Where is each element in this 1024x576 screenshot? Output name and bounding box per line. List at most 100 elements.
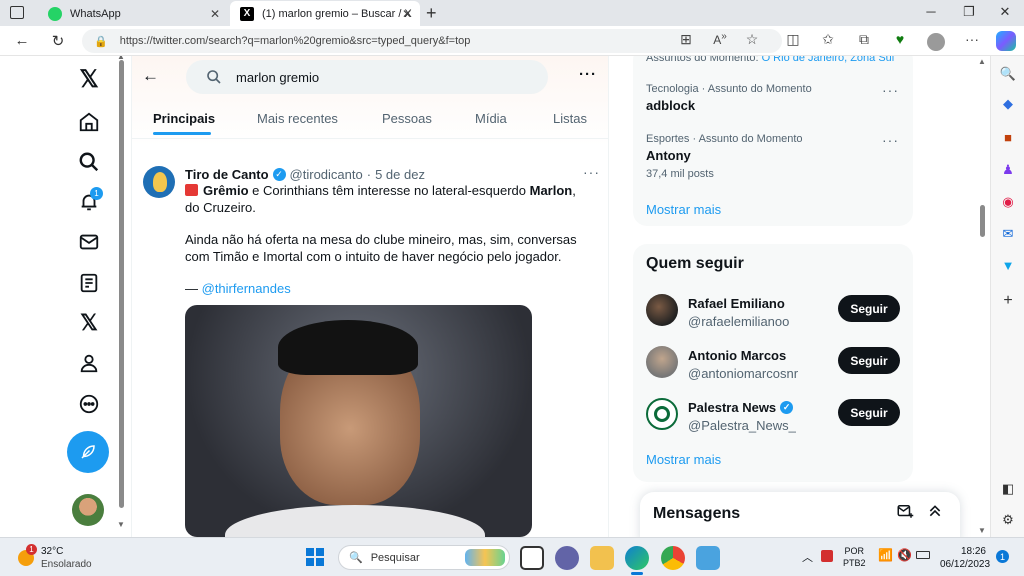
close-tab-icon[interactable]: ✕: [402, 7, 412, 21]
search-icon[interactable]: 🔍: [999, 66, 1017, 84]
page-scrollbar-track[interactable]: [978, 56, 988, 537]
sidebar-settings-icon[interactable]: ⚙: [999, 512, 1017, 530]
tab-listas[interactable]: Listas: [553, 111, 587, 126]
notifications-icon[interactable]: 1: [74, 187, 104, 217]
follow-show-more-link[interactable]: Mostrar mais: [646, 452, 721, 467]
home-icon[interactable]: [74, 107, 104, 137]
follow-suggestion[interactable]: Antonio Marcos @antoniomarcosnr Seguir: [633, 344, 913, 396]
battery-icon[interactable]: [916, 551, 930, 559]
file-explorer-icon[interactable]: [590, 546, 614, 570]
tweet-text: Grêmio e Corinthians têm interesse no la…: [185, 183, 590, 298]
follow-button[interactable]: Seguir: [838, 295, 900, 322]
more-circle-icon[interactable]: [74, 389, 104, 419]
close-window-icon[interactable]: ✕: [992, 4, 1018, 20]
profile-avatar[interactable]: [927, 33, 945, 51]
tweet-handle[interactable]: @tirodicanto: [290, 167, 363, 182]
page-scroll-down-icon[interactable]: ▼: [978, 526, 986, 535]
search-more-options-icon[interactable]: ···: [579, 66, 597, 83]
volume-muted-icon[interactable]: 🔇: [897, 548, 912, 562]
restore-icon[interactable]: ❐: [956, 4, 982, 20]
microsoft365-icon[interactable]: ◉: [999, 194, 1017, 212]
trend-partial: Assuntos do Momento: O Rio de Janeiro, Z…: [646, 56, 894, 64]
notepad-icon[interactable]: [696, 546, 720, 570]
trends-show-more-link[interactable]: Mostrar mais: [646, 202, 721, 217]
back-arrow-icon[interactable]: ←: [142, 66, 159, 86]
tools-icon[interactable]: ■: [999, 130, 1017, 148]
lists-icon[interactable]: [74, 268, 104, 298]
show-hidden-icons[interactable]: ︿: [802, 549, 813, 565]
hide-sidebar-icon[interactable]: ◧: [999, 481, 1017, 499]
premium-x-icon[interactable]: 𝕏: [74, 308, 104, 338]
tab-principais[interactable]: Principais: [153, 111, 215, 126]
trend-more-icon[interactable]: ···: [882, 132, 899, 148]
scroll-up-arrow-icon[interactable]: ▲: [117, 56, 125, 61]
language-indicator[interactable]: POR PTB2: [843, 545, 866, 569]
clock[interactable]: 18:26 06/12/2023: [940, 545, 990, 571]
account-avatar[interactable]: [72, 494, 104, 526]
tweet-date[interactable]: 5 de dez: [375, 167, 425, 182]
tweet-photo[interactable]: [185, 305, 532, 537]
split-screen-icon[interactable]: ◫: [783, 31, 803, 48]
tab-whatsapp[interactable]: WhatsApp ✕: [38, 1, 228, 26]
search-box[interactable]: marlon gremio: [186, 60, 548, 94]
copilot-icon[interactable]: [996, 31, 1016, 51]
weather-widget[interactable]: 1 32°C Ensolarado: [14, 544, 114, 572]
more-options-icon[interactable]: ···: [962, 31, 982, 47]
scroll-down-arrow-icon[interactable]: ▼: [117, 520, 125, 529]
back-icon[interactable]: ←: [12, 32, 32, 49]
trend-item[interactable]: Tecnologia · Assunto do Momento adblock: [646, 83, 896, 113]
tab-midia[interactable]: Mídia: [475, 111, 507, 126]
app-available-icon[interactable]: ⊞: [676, 31, 696, 48]
shopping-tag-icon[interactable]: ◆: [999, 96, 1017, 114]
expand-chevrons-icon[interactable]: [927, 502, 943, 525]
messages-icon[interactable]: [74, 227, 104, 257]
browser-essentials-icon[interactable]: ♥: [890, 31, 910, 47]
task-view-icon[interactable]: [520, 546, 544, 570]
follow-button[interactable]: Seguir: [838, 347, 900, 374]
page-scroll-up-icon[interactable]: ▲: [978, 57, 986, 66]
messages-drawer[interactable]: Mensagens: [640, 492, 960, 537]
tweet-author[interactable]: Tiro de Canto: [185, 167, 269, 182]
credit-mention-link[interactable]: @thirfernandes: [202, 281, 291, 296]
follow-suggestion[interactable]: Palestra News ✓ @Palestra_News_ Seguir: [633, 396, 913, 448]
explore-icon[interactable]: [74, 147, 104, 177]
tab-x-search[interactable]: X (1) marlon gremio – Buscar / X ✕: [230, 1, 420, 26]
page-scrollbar-thumb[interactable]: [980, 205, 985, 237]
refresh-icon[interactable]: ↻: [48, 32, 68, 50]
tray-app-icon[interactable]: [821, 550, 833, 562]
trend-partial-text: Assuntos do Momento:: [646, 56, 762, 64]
profile-icon[interactable]: [74, 348, 104, 378]
favorite-star-icon[interactable]: ☆: [742, 31, 762, 48]
taskbar-search-box[interactable]: 🔍 Pesquisar: [338, 545, 510, 570]
outlook-icon[interactable]: ✉: [999, 226, 1017, 244]
start-button-icon[interactable]: [306, 548, 324, 566]
trend-more-icon[interactable]: ···: [882, 82, 899, 98]
games-icon[interactable]: ♟: [999, 162, 1017, 180]
tab-mais-recentes[interactable]: Mais recentes: [257, 111, 338, 126]
tab-actions-icon[interactable]: [10, 6, 24, 19]
read-aloud-icon[interactable]: A»: [710, 31, 730, 47]
minimize-icon[interactable]: ─: [918, 4, 944, 19]
chrome-icon[interactable]: [661, 546, 685, 570]
close-tab-icon[interactable]: ✕: [210, 7, 220, 21]
trend-partial-link[interactable]: O Rio de Janeiro, Zona Sul: [762, 56, 895, 64]
favorites-icon[interactable]: ✩: [818, 31, 838, 48]
left-scrollbar[interactable]: [119, 60, 124, 508]
collections-icon[interactable]: ⧉: [854, 31, 874, 48]
teams-chat-icon[interactable]: [555, 546, 579, 570]
notification-center-badge[interactable]: 1: [996, 550, 1009, 563]
new-tab-button[interactable]: +: [426, 3, 437, 24]
compose-post-button[interactable]: [67, 431, 109, 473]
wifi-icon[interactable]: 📶: [878, 548, 893, 562]
add-sidebar-app-icon[interactable]: +: [999, 292, 1017, 310]
edge-browser-icon[interactable]: [625, 546, 649, 570]
x-home-logo-icon[interactable]: 𝕏: [74, 64, 104, 94]
tweet-more-icon[interactable]: ···: [583, 164, 600, 180]
trend-item[interactable]: Esportes · Assunto do Momento Antony 37,…: [646, 133, 896, 180]
tweet-avatar[interactable]: [143, 166, 175, 198]
drop-icon[interactable]: ▼: [999, 258, 1017, 276]
tab-pessoas[interactable]: Pessoas: [382, 111, 432, 126]
new-message-icon[interactable]: [896, 502, 914, 525]
follow-suggestion[interactable]: Rafael Emiliano @rafaelemilianoo Seguir: [633, 292, 913, 344]
follow-button[interactable]: Seguir: [838, 399, 900, 426]
